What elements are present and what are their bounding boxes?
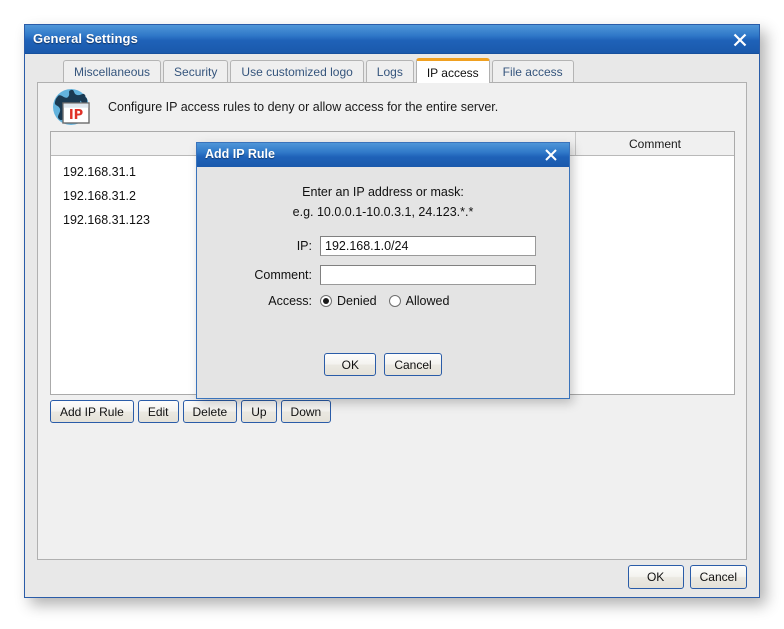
dialog-title: Add IP Rule: [205, 147, 275, 161]
radio-denied-indicator: [320, 295, 332, 307]
tab-label: Miscellaneous: [74, 65, 151, 79]
globe-ip-icon: IP: [50, 86, 94, 128]
dialog-hint-line1: Enter an IP address or mask:: [302, 185, 464, 199]
dialog-titlebar: Add IP Rule: [197, 143, 569, 167]
access-radio-group: Denied Allowed: [320, 294, 449, 308]
radio-denied-label: Denied: [337, 294, 377, 308]
tab-miscellaneous[interactable]: Miscellaneous: [63, 60, 162, 83]
tab-file-access[interactable]: File access: [491, 60, 574, 83]
dialog-body: Enter an IP address or mask: e.g. 10.0.0…: [197, 167, 569, 398]
radio-allowed-indicator: [388, 295, 401, 307]
svg-text:IP: IP: [69, 108, 83, 123]
radio-allowed-label: Allowed: [405, 294, 450, 308]
tab-label: Logs: [376, 65, 403, 79]
dialog-buttons: OK Cancel: [197, 353, 569, 376]
radio-denied[interactable]: Denied: [320, 294, 377, 308]
panel-description: IP Configure IP access rules to deny or …: [38, 83, 746, 131]
access-field-row: Access: Denied Allowed: [234, 294, 449, 308]
dialog-ok-button[interactable]: OK: [324, 353, 377, 376]
cancel-button[interactable]: Cancel: [689, 565, 747, 589]
comment-field-row: Comment:: [234, 265, 536, 285]
ip-field-label: IP:: [296, 239, 312, 253]
add-ip-rule-button[interactable]: Add IP Rule: [50, 400, 134, 423]
ip-field-row: IP:: [234, 236, 536, 256]
ip-input[interactable]: [320, 236, 536, 256]
column-header-comment[interactable]: Comment: [576, 132, 734, 155]
window-footer: OK Cancel: [627, 565, 747, 589]
radio-allowed[interactable]: Allowed: [388, 294, 450, 308]
comment-field-label: Comment:: [254, 268, 312, 282]
window-titlebar: General Settings: [25, 25, 759, 54]
tab-ip-access[interactable]: IP access: [415, 58, 490, 83]
tab-strip: Miscellaneous Security Use customized lo…: [25, 55, 759, 83]
move-up-button[interactable]: Up: [241, 400, 277, 423]
delete-button[interactable]: Delete: [182, 400, 238, 423]
tabs-row: Miscellaneous Security Use customized lo…: [63, 58, 574, 83]
ip-rules-toolbar: Add IP Rule Edit Delete Up Down: [50, 400, 332, 423]
close-x-icon: [545, 149, 557, 161]
ok-button[interactable]: OK: [627, 565, 684, 589]
tab-label: Security: [174, 65, 218, 79]
dialog-close-button[interactable]: [542, 146, 560, 164]
window-title: General Settings: [33, 31, 138, 46]
add-ip-rule-dialog: Add IP Rule Enter an IP address or mask:…: [196, 142, 570, 399]
tab-label: File access: [502, 65, 563, 79]
window-close-button[interactable]: [729, 29, 751, 51]
tab-label: Use customized logo: [241, 65, 353, 79]
dialog-cancel-button[interactable]: Cancel: [384, 353, 442, 376]
tab-label: IP access: [426, 65, 479, 80]
tab-security[interactable]: Security: [163, 60, 229, 83]
dialog-hint-line2: e.g. 10.0.0.1-10.0.3.1, 24.123.*.*: [292, 205, 474, 219]
tab-logs[interactable]: Logs: [365, 60, 414, 83]
panel-description-text: Configure IP access rules to deny or all…: [108, 100, 499, 114]
edit-button[interactable]: Edit: [137, 400, 179, 423]
access-field-label: Access:: [268, 294, 312, 308]
move-down-button[interactable]: Down: [280, 400, 332, 423]
tab-use-customized-logo[interactable]: Use customized logo: [230, 60, 364, 83]
general-settings-window: General Settings Miscellaneous Security …: [24, 24, 760, 598]
comment-input[interactable]: [320, 265, 536, 285]
close-x-icon: [733, 33, 747, 47]
